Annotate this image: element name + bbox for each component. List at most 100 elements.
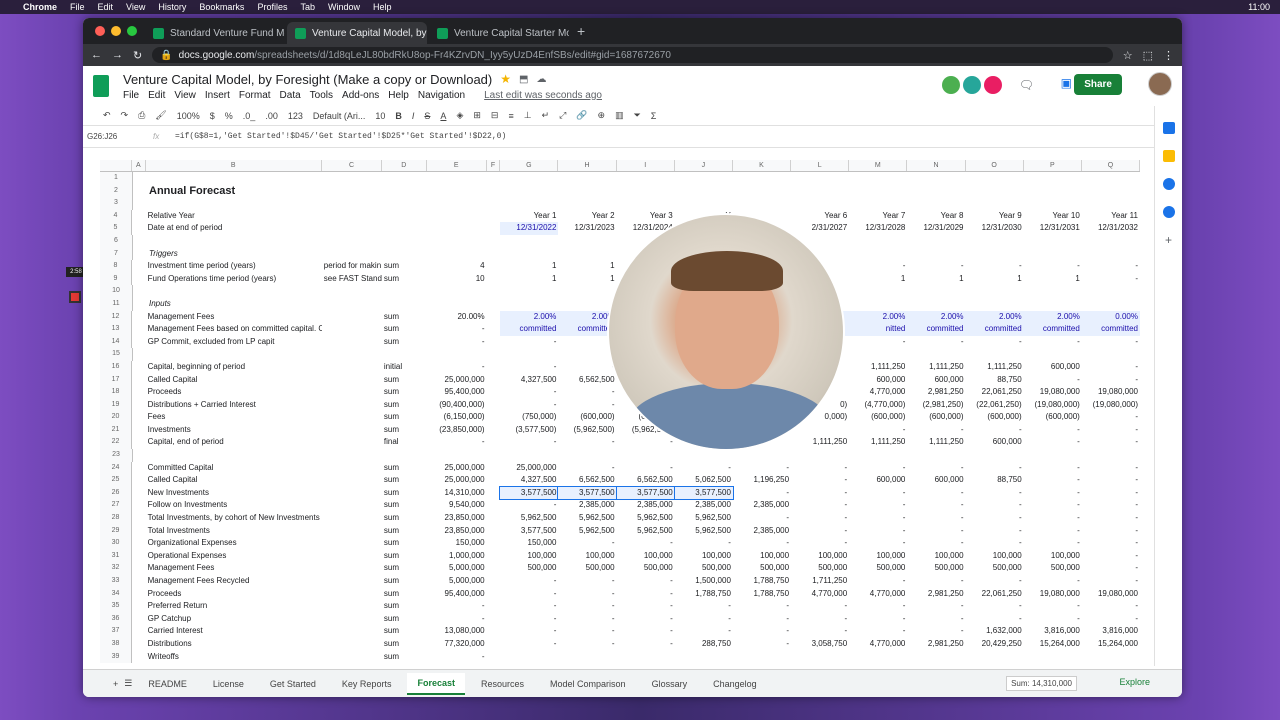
cell[interactable]: 6,562,500 xyxy=(558,374,616,387)
menu-profiles[interactable]: Profiles xyxy=(257,2,287,12)
column-header[interactable]: D xyxy=(382,160,427,171)
name-box[interactable]: G26:J26 xyxy=(83,132,153,141)
cell[interactable]: 600,000 xyxy=(849,474,907,487)
row-number[interactable]: 24 xyxy=(100,461,132,475)
cell[interactable]: - xyxy=(1082,260,1140,273)
wrap-icon[interactable]: ↵ xyxy=(542,110,550,121)
cell[interactable]: - xyxy=(907,525,965,538)
cell[interactable] xyxy=(513,348,573,361)
cell[interactable] xyxy=(322,600,382,613)
cell[interactable]: Called Capital xyxy=(146,474,322,487)
cell[interactable] xyxy=(487,311,501,324)
forward-icon[interactable]: → xyxy=(112,49,123,61)
row-number[interactable]: 36 xyxy=(100,612,132,626)
cell[interactable]: (600,000) xyxy=(558,411,616,424)
cell[interactable] xyxy=(132,588,146,601)
cell[interactable]: - xyxy=(849,336,907,349)
cell[interactable]: 500,000 xyxy=(907,562,965,575)
cell[interactable]: 88,750 xyxy=(966,474,1024,487)
cell[interactable]: Investment time period (years) xyxy=(146,260,322,273)
cell[interactable]: - xyxy=(1024,575,1082,588)
reload-icon[interactable]: ↻ xyxy=(133,49,142,62)
cell[interactable]: - xyxy=(675,537,733,550)
calendar-icon[interactable] xyxy=(1162,122,1175,134)
doc-title[interactable]: Venture Capital Model, by Foresight (Mak… xyxy=(123,72,492,87)
cell[interactable] xyxy=(933,172,993,185)
cell[interactable]: Follow on Investments xyxy=(146,499,322,512)
cell[interactable] xyxy=(1053,185,1113,198)
cell[interactable]: 19,080,000 xyxy=(1024,588,1082,601)
zoom-select[interactable]: 100% xyxy=(177,111,200,121)
cell[interactable]: 3,577,500 xyxy=(500,525,558,538)
cell[interactable] xyxy=(329,348,391,361)
cell[interactable]: sum xyxy=(382,273,427,286)
cell[interactable]: 12/31/2029 xyxy=(907,222,965,235)
cell[interactable]: - xyxy=(1024,462,1082,475)
cell[interactable] xyxy=(753,449,813,462)
column-header[interactable]: E xyxy=(427,160,487,171)
cell[interactable]: - xyxy=(500,600,558,613)
cell[interactable] xyxy=(322,462,382,475)
column-header[interactable]: P xyxy=(1024,160,1082,171)
cell[interactable] xyxy=(382,210,427,223)
cell[interactable] xyxy=(733,651,791,664)
cell[interactable]: (90,400,000) xyxy=(427,399,487,412)
cell[interactable] xyxy=(322,512,382,525)
row-number[interactable]: 6 xyxy=(100,234,133,248)
row-number[interactable]: 33 xyxy=(100,575,132,588)
cell[interactable]: - xyxy=(1082,512,1140,525)
cell[interactable] xyxy=(322,474,382,487)
cell[interactable]: Annual Forecast xyxy=(147,185,329,198)
column-header[interactable]: G xyxy=(500,160,559,171)
cell[interactable]: sum xyxy=(382,550,427,563)
row-number[interactable]: 32 xyxy=(100,562,132,575)
maximize-window-button[interactable] xyxy=(127,26,137,36)
cell[interactable]: - xyxy=(849,613,907,626)
cell[interactable]: sum xyxy=(382,562,427,575)
cell[interactable]: 2,385,000 xyxy=(675,499,733,512)
sheet-tab-forecast[interactable]: Forecast xyxy=(407,672,465,695)
comment-add-icon[interactable]: ⊕ xyxy=(598,110,606,121)
cell[interactable] xyxy=(322,361,382,374)
cell[interactable]: 20.00% xyxy=(427,311,487,324)
cell[interactable]: 77,320,000 xyxy=(427,638,487,651)
cell[interactable]: Management Fees Recycled xyxy=(146,575,322,588)
cell[interactable]: 4,770,000 xyxy=(791,588,849,601)
cell[interactable] xyxy=(322,399,382,412)
cell[interactable] xyxy=(147,285,329,298)
cell[interactable]: - xyxy=(617,613,675,626)
cell[interactable]: sum xyxy=(382,600,427,613)
cell[interactable]: 5,962,500 xyxy=(500,512,558,525)
cell[interactable]: 2.00% xyxy=(1023,310,1082,324)
cell[interactable]: - xyxy=(427,336,487,349)
cell[interactable] xyxy=(437,235,499,248)
cell[interactable] xyxy=(391,185,437,198)
cell[interactable] xyxy=(147,348,329,361)
star-icon[interactable]: ☆ xyxy=(1123,49,1133,62)
cell[interactable]: - xyxy=(558,462,616,475)
cell[interactable] xyxy=(322,311,382,324)
column-header[interactable]: O xyxy=(966,160,1024,171)
cell[interactable] xyxy=(1053,235,1113,248)
cell[interactable]: - xyxy=(1082,562,1140,575)
cell[interactable] xyxy=(133,172,147,185)
cell[interactable]: - xyxy=(849,260,907,273)
menu-item[interactable]: Data xyxy=(280,90,301,101)
cell[interactable] xyxy=(933,197,993,210)
cell[interactable]: sum xyxy=(382,638,427,651)
row-number[interactable]: 20 xyxy=(100,411,132,424)
star-icon[interactable]: ★ xyxy=(500,72,511,86)
cell[interactable]: sum xyxy=(382,537,427,550)
cell[interactable] xyxy=(322,613,382,626)
browser-tab-3[interactable]: Venture Capital Starter Model,× xyxy=(429,22,569,44)
cell[interactable] xyxy=(132,537,146,550)
cell[interactable]: 600,000 xyxy=(849,374,907,387)
cell[interactable]: 1,196,250 xyxy=(733,474,791,487)
cell[interactable]: - xyxy=(1082,411,1140,424)
cell[interactable]: sum xyxy=(382,474,427,487)
cell[interactable]: Year 6 xyxy=(791,210,849,223)
cell[interactable]: - xyxy=(966,499,1024,512)
cell[interactable]: 150,000 xyxy=(500,537,558,550)
cell[interactable]: - xyxy=(791,525,849,538)
cell[interactable] xyxy=(933,298,993,311)
